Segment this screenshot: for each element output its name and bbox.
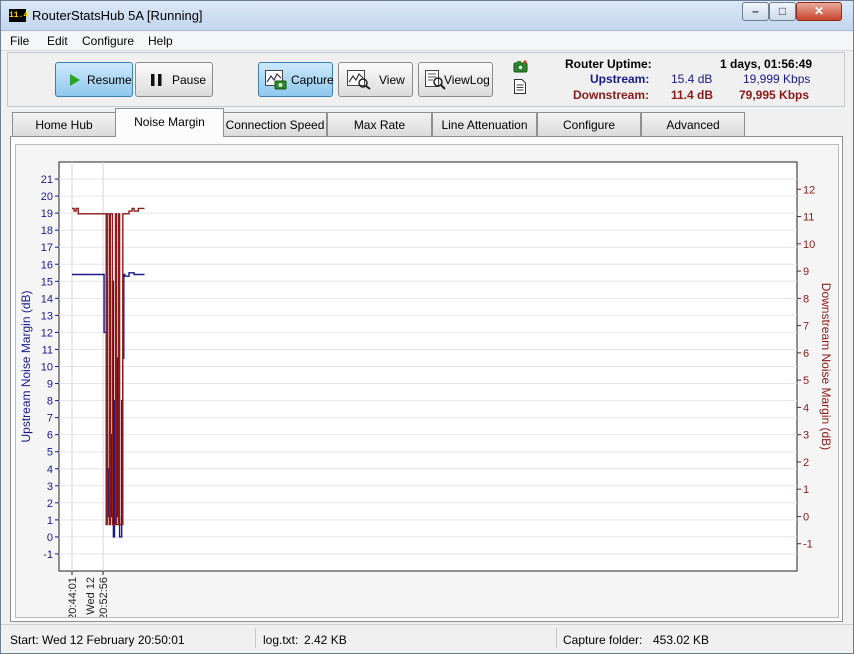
y-right-tick-label: 6 xyxy=(803,348,809,360)
capture-button[interactable]: Capture xyxy=(258,62,334,97)
viewlog-label: ViewLog xyxy=(444,73,490,87)
log-label: log.txt: xyxy=(263,633,299,647)
noise-margin-panel: -1 0 1 2 3 4 5 6 7 8 9 10 11 12 13 14 15 16 17 18 19 20 21 -1 0 1… xyxy=(10,136,843,622)
y-left-tick-label: 12 xyxy=(41,327,53,339)
resume-label: Resume xyxy=(87,73,132,87)
y-right-tick-label: 0 xyxy=(803,511,809,523)
view-graph-icon xyxy=(347,70,371,90)
y-left-tick-label: 15 xyxy=(41,276,53,288)
y-left-tick-label: 4 xyxy=(47,464,53,476)
capture-folder-size: 453.02 KB xyxy=(653,633,710,647)
title-bar[interactable]: 11.4 RouterStatsHub 5A [Running] – □ ✕ xyxy=(1,1,853,31)
y-left-tick-label: 11 xyxy=(42,344,53,356)
tab-connection-speed[interactable]: Connection Speed xyxy=(223,112,327,137)
toolbar: Resume Pause Capture View ViewLog Router… xyxy=(7,52,845,107)
y-left-tick-label: 1 xyxy=(47,515,53,527)
y-left-tick-label: 18 xyxy=(41,225,53,237)
maximize-button[interactable]: □ xyxy=(769,2,796,21)
y-left-tick-label: 21 xyxy=(41,174,53,186)
tab-max-rate[interactable]: Max Rate xyxy=(327,112,432,137)
close-icon: ✕ xyxy=(813,4,825,18)
x-tick-label: 20:44:01 xyxy=(67,577,79,617)
noise-margin-chart[interactable]: -10123456789101112131415161718192021-101… xyxy=(16,145,838,617)
y-right-tick-label: 10 xyxy=(803,239,815,251)
y-right-tick-label: 8 xyxy=(803,293,809,305)
tab-noise-margin[interactable]: Noise Margin xyxy=(115,108,224,137)
y-left-tick-label: 19 xyxy=(41,208,53,220)
view-button[interactable]: View xyxy=(338,62,413,97)
menu-file[interactable]: File xyxy=(10,34,29,48)
y-right-tick-label: 12 xyxy=(803,184,815,196)
y-left-axis-label: Upstream Noise Margin (dB) xyxy=(19,290,33,442)
y-left-tick-label: 16 xyxy=(41,259,53,271)
x-tick-label: Wed 12 xyxy=(85,577,97,615)
y-left-tick-label: 14 xyxy=(41,293,53,305)
tab-configure[interactable]: Configure xyxy=(537,112,641,137)
menu-help[interactable]: Help xyxy=(148,34,173,48)
app-window: 11.4 RouterStatsHub 5A [Running] – □ ✕ F… xyxy=(0,0,854,654)
viewlog-button[interactable]: ViewLog xyxy=(418,62,493,97)
y-right-tick-label: 9 xyxy=(803,266,809,278)
menu-bar: File Edit Configure Help xyxy=(1,32,853,51)
pause-button[interactable]: Pause xyxy=(135,62,213,97)
menu-configure[interactable]: Configure xyxy=(82,34,134,48)
y-right-tick-label: 1 xyxy=(803,484,809,496)
y-right-tick-label: 2 xyxy=(803,457,809,469)
pause-icon xyxy=(151,74,162,86)
window-title: RouterStatsHub 5A [Running] xyxy=(32,8,203,23)
play-icon xyxy=(70,74,80,86)
minimize-button[interactable]: – xyxy=(742,2,769,21)
downstream-label: Downstream: xyxy=(573,88,650,102)
minimize-icon: – xyxy=(752,4,759,18)
capture-label: Capture xyxy=(291,73,334,87)
upstream-label: Upstream: xyxy=(590,72,650,86)
start-time: Start: Wed 12 February 20:50:01 xyxy=(10,633,185,647)
status-bar: Start: Wed 12 February 20:50:01 log.txt:… xyxy=(1,624,853,653)
upstream-db: 15.4 dB xyxy=(671,72,713,86)
capture-icon xyxy=(265,70,287,90)
app-icon: 11.4 xyxy=(9,9,29,22)
pause-label: Pause xyxy=(172,73,207,87)
y-right-tick-label: 11 xyxy=(803,212,814,224)
resume-button[interactable]: Resume xyxy=(55,62,133,97)
menu-edit[interactable]: Edit xyxy=(47,34,68,48)
y-left-tick-label: 5 xyxy=(47,447,53,459)
y-right-tick-label: 7 xyxy=(803,321,809,333)
y-left-tick-label: 3 xyxy=(47,481,53,493)
close-button[interactable]: ✕ xyxy=(796,2,842,21)
y-left-tick-label: 20 xyxy=(41,191,53,203)
y-right-axis-label: Downstream Noise Margin (dB) xyxy=(819,283,833,450)
y-left-tick-label: 9 xyxy=(47,379,53,391)
log-size: 2.42 KB xyxy=(304,633,347,647)
tab-home-hub[interactable]: Home Hub xyxy=(12,112,116,137)
capture-folder-label: Capture folder: xyxy=(563,633,643,647)
y-right-tick-label: 3 xyxy=(803,430,809,442)
chart-frame: -1 0 1 2 3 4 5 6 7 8 9 10 11 12 13 14 15 16 17 18 19 20 21 -1 0 1… xyxy=(15,144,839,618)
y-right-tick-label: 4 xyxy=(803,402,809,414)
uptime-value: 1 days, 01:56:49 xyxy=(720,57,813,71)
tab-strip: Home Hub Noise Margin Connection Speed M… xyxy=(11,108,841,137)
tab-advanced[interactable]: Advanced xyxy=(641,112,745,137)
y-left-tick-label: 2 xyxy=(47,498,53,510)
y-left-tick-label: 10 xyxy=(41,362,53,374)
tab-line-attenuation[interactable]: Line Attenuation xyxy=(432,112,537,137)
downstream-rate: 79,995 Kbps xyxy=(739,88,810,102)
x-tick-label: 20:52:56 xyxy=(98,577,110,617)
y-left-tick-label: 17 xyxy=(41,242,53,254)
downstream-db: 11.4 dB xyxy=(671,88,714,102)
y-left-tick-label: 6 xyxy=(47,430,53,442)
y-left-tick-label: 7 xyxy=(47,413,53,425)
y-left-tick-label: 8 xyxy=(47,396,53,408)
document-icon[interactable] xyxy=(514,79,526,94)
view-label: View xyxy=(379,73,405,87)
maximize-icon: □ xyxy=(778,4,787,18)
y-left-tick-label: -1 xyxy=(43,549,53,561)
y-right-tick-label: -1 xyxy=(803,539,813,551)
y-right-tick-label: 5 xyxy=(803,375,809,387)
upstream-rate: 19,999 Kbps xyxy=(743,72,811,86)
camera-icon[interactable] xyxy=(513,60,529,74)
y-left-tick-label: 13 xyxy=(41,310,53,322)
y-left-tick-label: 0 xyxy=(47,532,53,544)
uptime-label: Router Uptime: xyxy=(565,57,652,71)
